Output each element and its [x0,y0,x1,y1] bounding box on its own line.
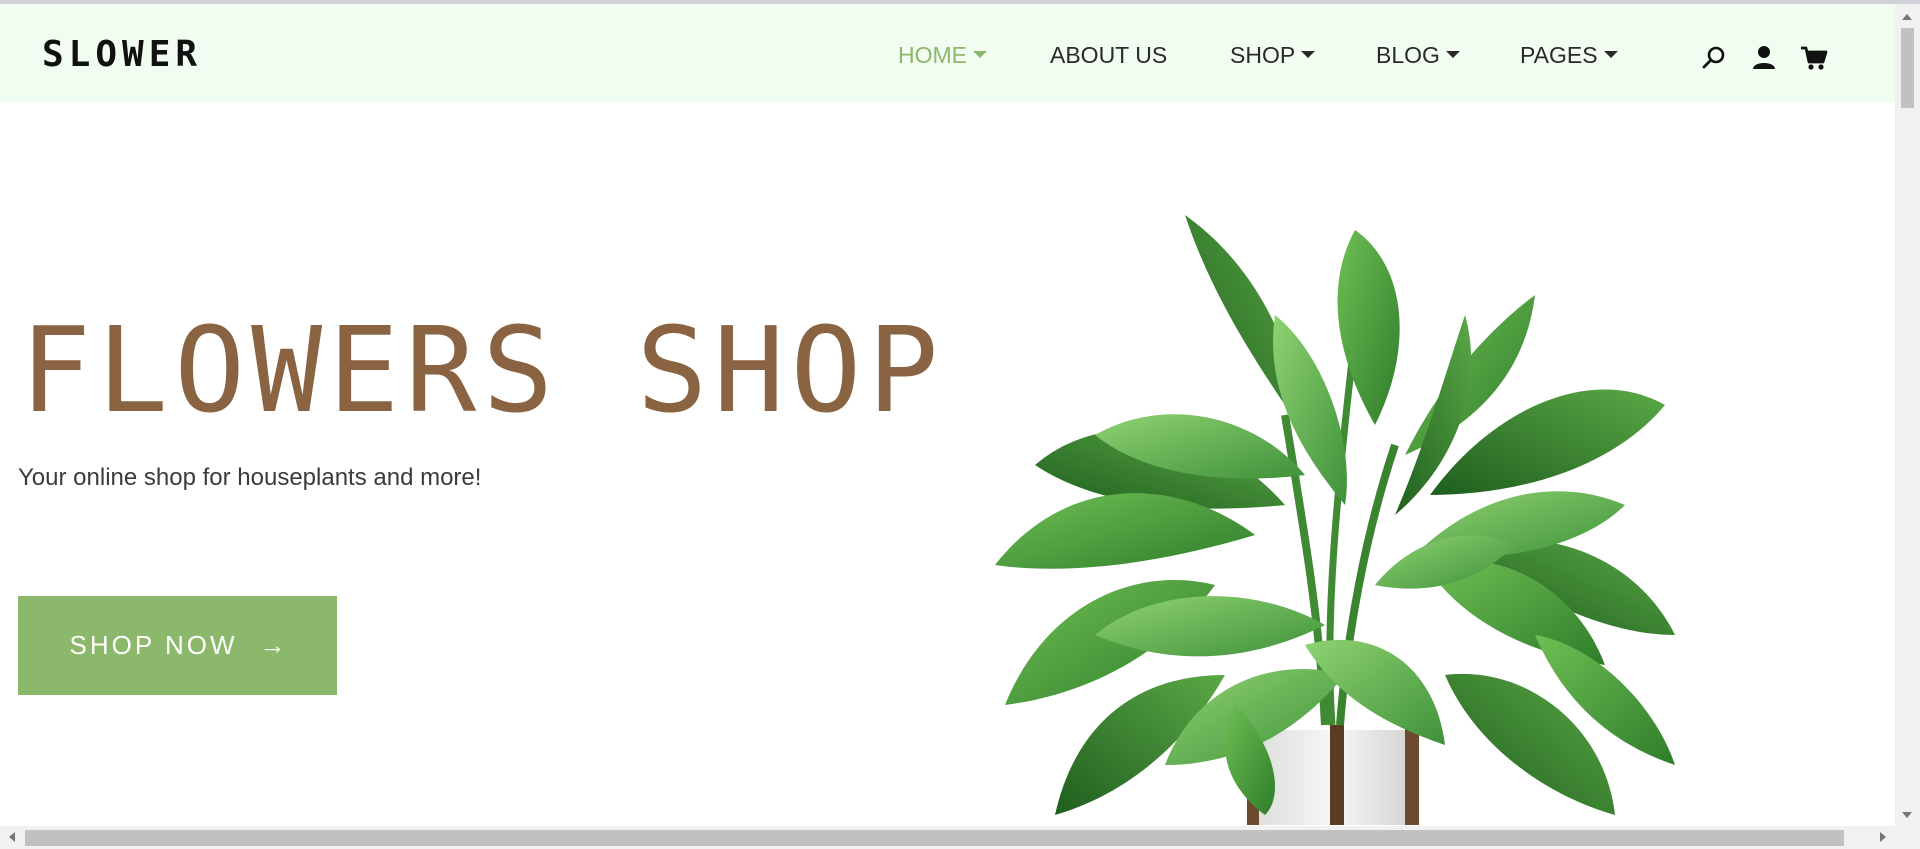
nav-item-pages[interactable]: PAGES [1520,38,1618,72]
chevron-down-icon [1445,51,1460,59]
chevron-down-icon [1301,51,1316,59]
hero-title: FLOWERS SHOP [20,301,945,439]
horizontal-scroll-thumb[interactable] [25,830,1844,846]
nav-item-home[interactable]: HOME [898,38,987,72]
shop-now-label: SHOP NOW [69,630,238,660]
hero-subtitle: Your online shop for houseplants and mor… [18,464,482,491]
nav-item-about-us[interactable]: ABOUT US [1050,38,1167,72]
horizontal-scrollbar[interactable] [0,826,1920,849]
shop-now-button[interactable]: SHOP NOW → [18,596,337,695]
chevron-down-icon [1603,51,1618,59]
houseplant-image [995,215,1675,825]
nav-item-label: BLOG [1376,42,1440,68]
nav-item-label: ABOUT US [1050,42,1168,68]
site-header: SLOWER HOME ABOUT US SHOP BLOG PAGES [0,4,1895,102]
user-icon[interactable] [1750,44,1778,72]
scroll-up-icon[interactable] [1902,14,1912,20]
nav-item-label: HOME [898,42,967,68]
scroll-left-icon[interactable] [9,832,15,842]
site-logo[interactable]: SLOWER [42,34,202,75]
vertical-scrollbar[interactable] [1895,4,1920,826]
vertical-scroll-thumb[interactable] [1901,28,1914,108]
scroll-down-icon[interactable] [1902,812,1912,818]
nav-item-blog[interactable]: BLOG [1376,38,1460,72]
cart-icon[interactable] [1800,44,1828,72]
nav-item-label: SHOP [1230,42,1296,68]
arrow-right-icon: → [259,630,286,660]
nav-item-label: PAGES [1520,42,1598,68]
chevron-down-icon [973,51,987,59]
search-icon[interactable] [1700,44,1728,72]
nav-item-shop[interactable]: SHOP [1230,38,1316,72]
scroll-right-icon[interactable] [1880,832,1886,842]
